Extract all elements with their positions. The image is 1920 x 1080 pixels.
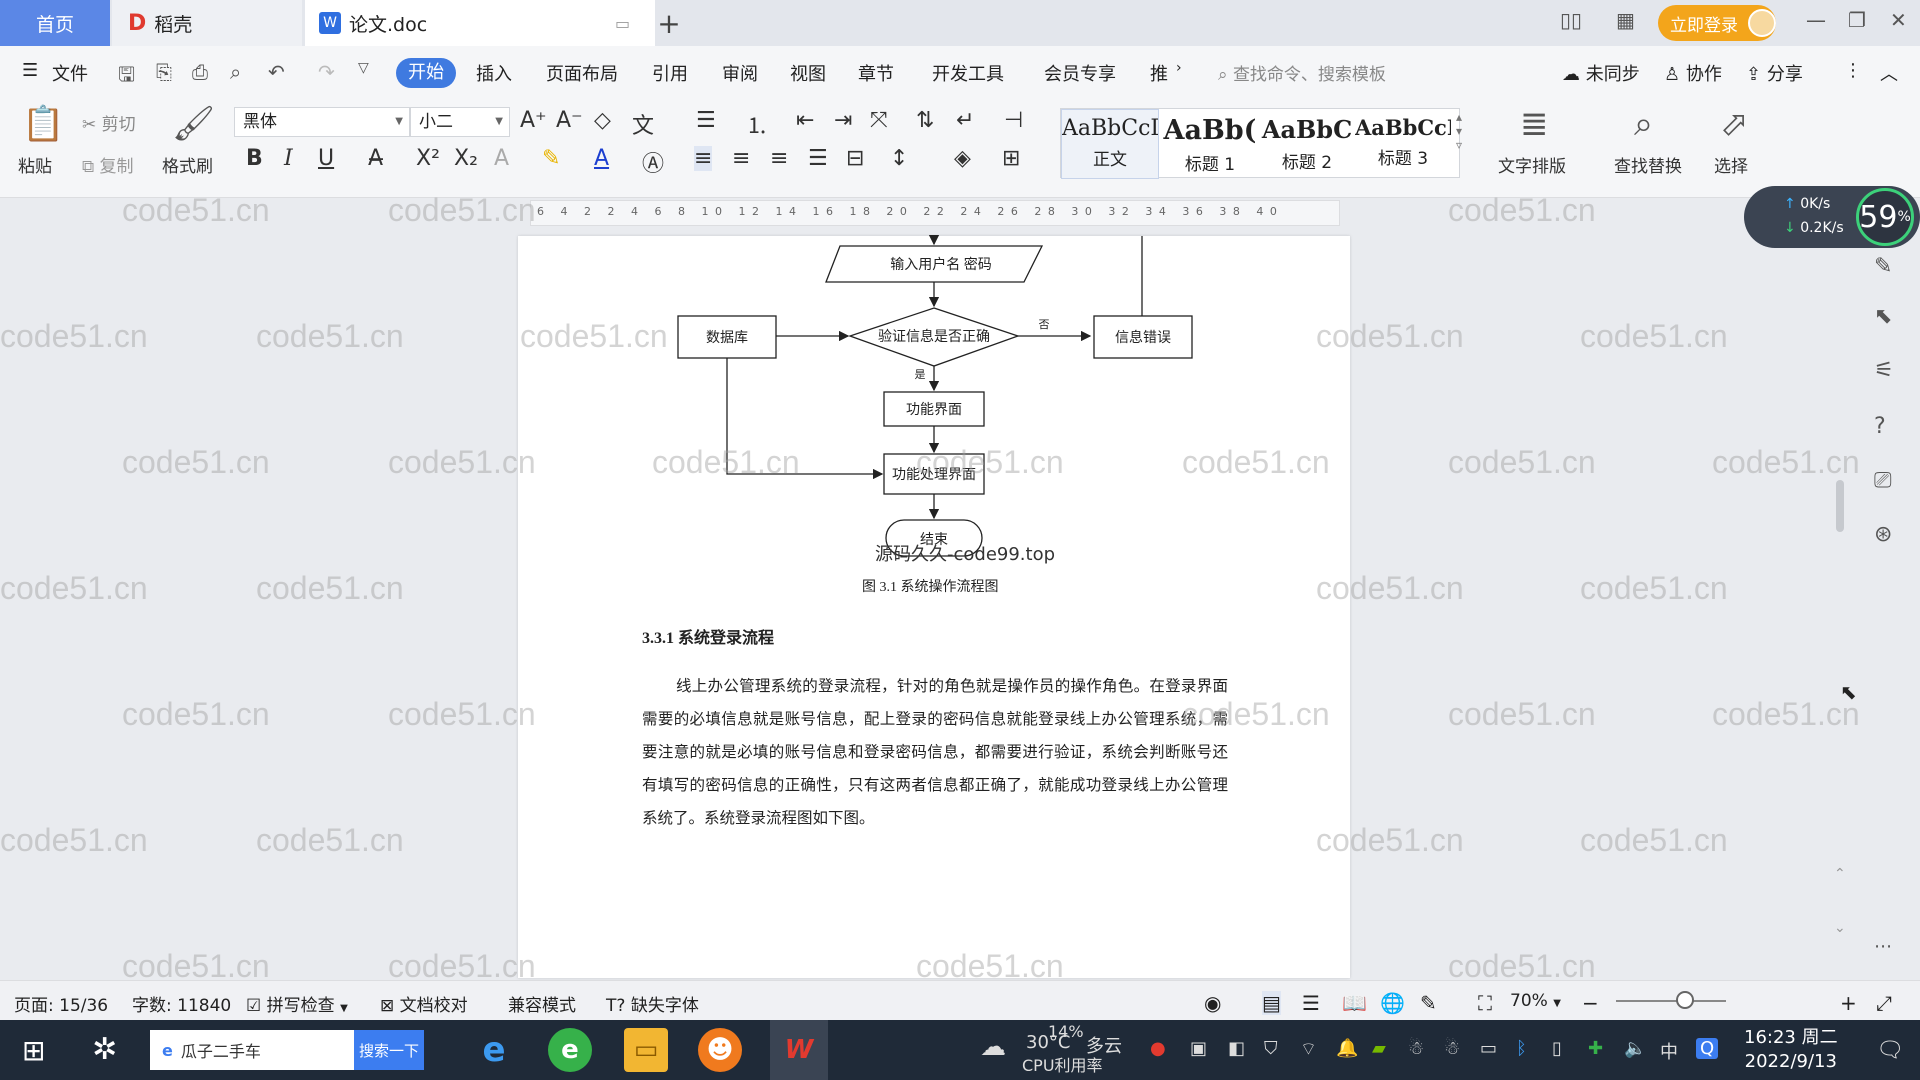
cpu-label: CPU利用率: [1022, 1056, 1103, 1075]
file-explorer-icon[interactable]: ▭: [624, 1028, 668, 1072]
tray-360-icon[interactable]: ✚: [1588, 1038, 1603, 1059]
flow-label-yes: 是: [914, 369, 926, 381]
doc-proof-button[interactable]: ⊠ 文档校对: [380, 991, 468, 1016]
translate-icon[interactable]: ⎚: [1874, 468, 1892, 493]
reading-view-icon[interactable]: 📖: [1342, 991, 1367, 1015]
taskbar-clock[interactable]: 16:23 周二 2022/9/13: [1744, 1026, 1838, 1074]
chevron-down-icon: ▼: [1553, 998, 1561, 1009]
tray-ime-q-icon[interactable]: Q: [1696, 1038, 1719, 1059]
vertical-scrollbar[interactable]: [1832, 240, 1848, 970]
tray-bell-icon[interactable]: 🔔: [1336, 1038, 1358, 1059]
notification-center-icon[interactable]: 🗨: [1876, 1038, 1904, 1063]
windows-start-icon[interactable]: ⊞: [22, 1034, 45, 1067]
tray-shield-icon[interactable]: ⛉: [1264, 1038, 1278, 1059]
zoom-level[interactable]: 70% ▼: [1510, 991, 1561, 1011]
zoom-slider-thumb[interactable]: [1676, 991, 1694, 1009]
web-view-icon[interactable]: 🌐: [1380, 991, 1405, 1015]
tray-icon-1[interactable]: ▣: [1190, 1038, 1207, 1059]
flow-func-proc: 功能处理界面: [892, 468, 976, 483]
tray-qq2-icon[interactable]: ☃: [1444, 1038, 1460, 1059]
edit-pen-icon[interactable]: ✎: [1874, 254, 1892, 279]
zoom-in-icon[interactable]: +: [1840, 991, 1857, 1015]
flow-arrow-db-proc: [726, 358, 884, 480]
taskbar-search-button[interactable]: 搜索一下: [354, 1030, 424, 1070]
mouse-cursor-icon: ⬉: [1840, 680, 1857, 704]
flow-func-ui: 功能界面: [906, 403, 962, 418]
tray-qq-icon[interactable]: ☃: [1408, 1038, 1424, 1059]
page-indicator[interactable]: 页面: 15/36: [14, 991, 108, 1016]
zoom-out-icon[interactable]: −: [1582, 991, 1599, 1015]
eye-protection-icon[interactable]: ◉: [1204, 991, 1221, 1015]
zoom-slider[interactable]: [1616, 1000, 1726, 1002]
help-icon[interactable]: ?: [1874, 414, 1886, 439]
weather-cloud-icon: ☁: [980, 1032, 1006, 1062]
proof-icon: ⊠: [380, 996, 395, 1016]
missing-font-button[interactable]: T? 缺失字体: [606, 991, 699, 1016]
spell-check-toggle[interactable]: ☑ 拼写检查 ▼: [246, 991, 348, 1016]
tray-battery-icon[interactable]: ▭: [1480, 1038, 1497, 1059]
section-heading: 3.3.1 系统登录流程: [642, 630, 775, 647]
more-tools-icon[interactable]: ⋯: [1874, 936, 1892, 957]
browser-360-icon[interactable]: e: [548, 1028, 592, 1072]
network-speed-widget[interactable]: ↑ 0K/s ↓ 0.2K/s 59%: [1744, 186, 1920, 248]
scrollbar-thumb[interactable]: [1836, 480, 1844, 532]
flow-label-no: 否: [1038, 319, 1050, 331]
tray-nvidia-icon[interactable]: ▰: [1372, 1038, 1386, 1059]
fit-page-icon[interactable]: ⛶: [1478, 991, 1492, 1015]
pointer-icon[interactable]: ⬉: [1874, 304, 1892, 329]
checkbox-icon: ☑: [246, 996, 262, 1016]
adjust-icon[interactable]: ⚟: [1874, 358, 1894, 383]
status-bar: 页面: 15/36 字数: 11840 ☑ 拼写检查 ▼ ⊠ 文档校对 兼容模式…: [0, 980, 1920, 1020]
ie-small-icon: e: [162, 1040, 173, 1060]
outline-view-icon[interactable]: ☰: [1302, 991, 1320, 1015]
tray-usb-icon[interactable]: ▯: [1552, 1038, 1562, 1059]
taskbar: ⊞ ✲ e 瓜子二手车 搜索一下 e e ▭ ☻ W ☁ 30°C 多云 14%…: [0, 1020, 1920, 1080]
taskbar-search-box[interactable]: e 瓜子二手车 搜索一下: [150, 1030, 424, 1070]
flow-verify: 验证信息是否正确: [878, 330, 990, 345]
cpu-percent: 14%: [1048, 1022, 1084, 1041]
tray-volume-icon[interactable]: 🔈: [1624, 1038, 1646, 1059]
tray-antivirus-icon[interactable]: ●: [1150, 1038, 1166, 1059]
figure-caption: 图 3.1 系统操作流程图: [862, 580, 999, 595]
chevron-down-icon: ▼: [340, 1003, 348, 1014]
body-paragraph: 线上办公管理系统的登录流程，针对的角色就是操作员的操作角色。在登录界面需要的必填…: [642, 678, 1228, 827]
app-mascot-icon[interactable]: ☻: [698, 1028, 742, 1072]
backup-icon[interactable]: ⊛: [1874, 522, 1892, 547]
upload-icon: ↑: [1784, 196, 1796, 212]
wps-taskbar-icon[interactable]: W: [770, 1020, 828, 1080]
compat-mode: 兼容模式: [508, 996, 576, 1016]
word-count[interactable]: 字数: 11840: [132, 991, 231, 1016]
page-view-icon[interactable]: ▤: [1262, 991, 1281, 1015]
tray-icon-2[interactable]: ◧: [1228, 1038, 1245, 1059]
next-page-icon[interactable]: ⌄: [1834, 920, 1846, 936]
download-icon: ↓: [1784, 220, 1796, 236]
prev-page-icon[interactable]: ⌃: [1834, 866, 1846, 882]
fullscreen-icon[interactable]: ⤢: [1876, 991, 1892, 1015]
flow-input: 输入用户名 密码: [890, 258, 992, 273]
source-caption: 源码久久-code99.top: [875, 544, 1056, 565]
memory-usage-gauge: 59%: [1856, 188, 1914, 246]
tray-ime[interactable]: 中: [1660, 1038, 1678, 1064]
font-help-icon: T?: [606, 996, 626, 1016]
ie-browser-icon[interactable]: e: [472, 1028, 516, 1072]
write-mode-icon[interactable]: ✎: [1420, 991, 1437, 1015]
flow-database: 数据库: [706, 331, 748, 346]
flow-error: 信息错误: [1115, 331, 1171, 346]
tray-bluetooth-icon[interactable]: ᛒ: [1516, 1038, 1527, 1059]
tray-wifi-icon[interactable]: ⌔: [1300, 1038, 1317, 1061]
pinwheel-icon[interactable]: ✲: [92, 1032, 117, 1067]
